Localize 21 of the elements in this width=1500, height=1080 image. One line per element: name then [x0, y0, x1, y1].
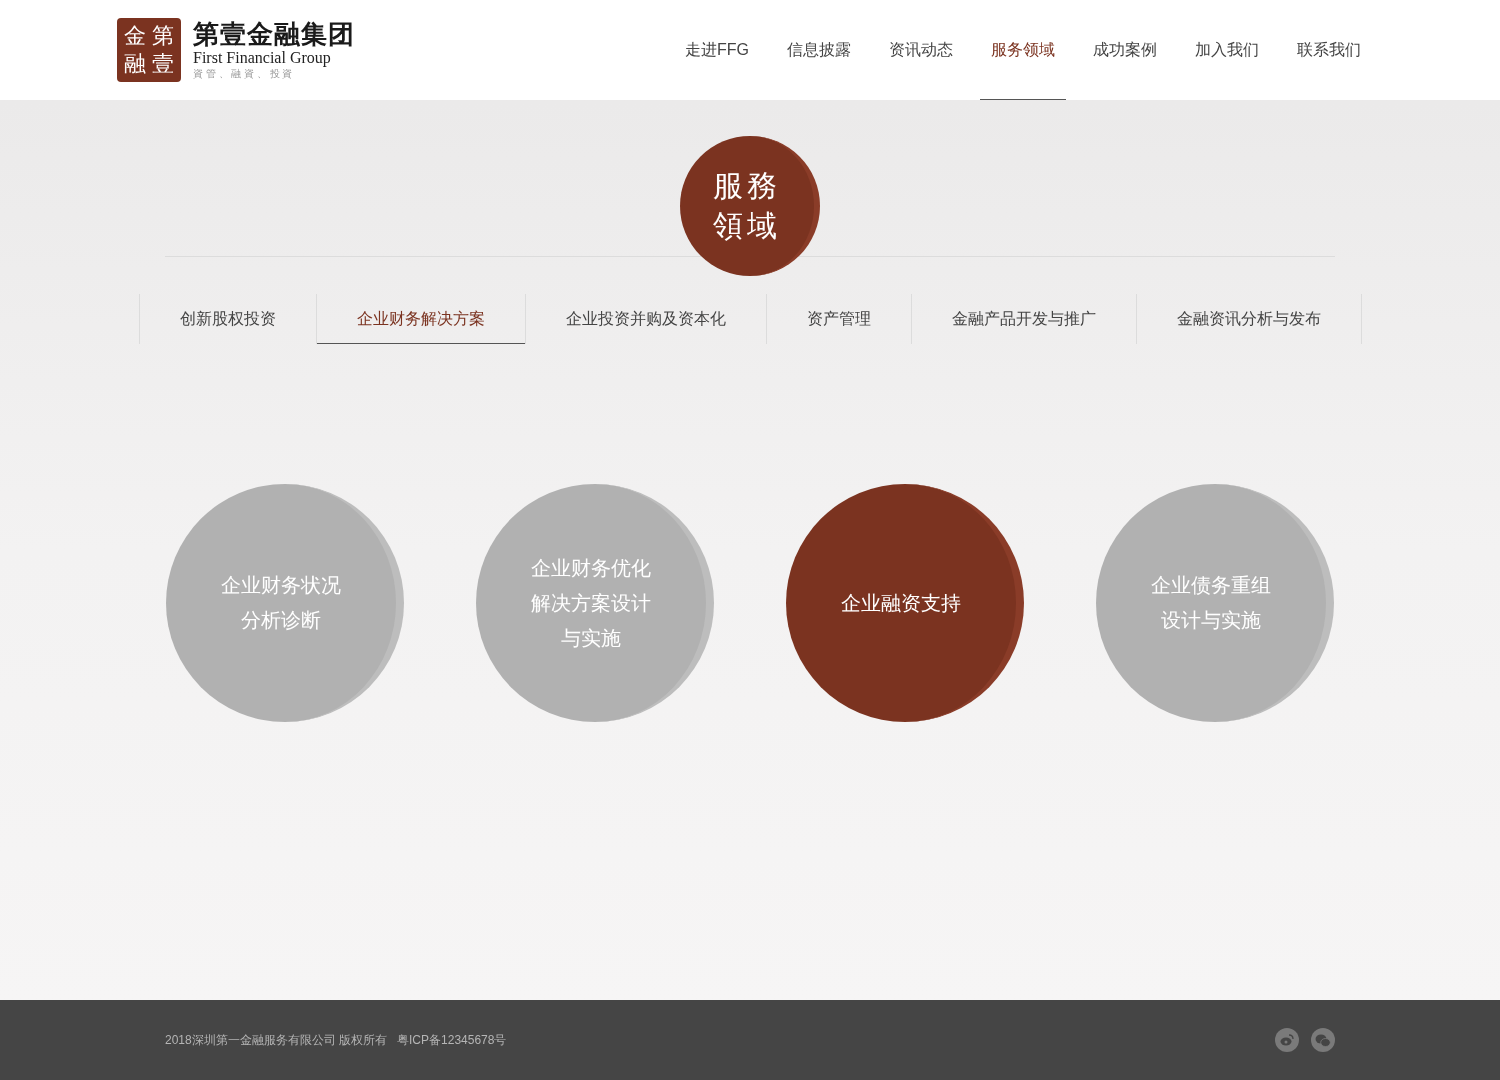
nav-link[interactable]: 资讯动态	[878, 0, 964, 100]
service-tab[interactable]: 创新股权投资	[139, 294, 316, 344]
icp-number-link[interactable]: 粤ICP备12345678号	[397, 1031, 507, 1049]
section-title-seal: 服務 領域	[680, 136, 820, 276]
service-tab[interactable]: 资产管理	[766, 294, 911, 344]
nav-link[interactable]: 信息披露	[776, 0, 862, 100]
wechat-icon[interactable]	[1311, 1028, 1335, 1052]
nav-link[interactable]: 加入我们	[1184, 0, 1270, 100]
logo-name: 第壹金融集团	[193, 19, 355, 49]
service-tab[interactable]: 企业财务解决方案	[316, 294, 525, 344]
nav-link[interactable]: 联系我们	[1286, 0, 1372, 100]
logo-english: First Financial Group	[193, 49, 332, 67]
nav-link[interactable]: 走进FFG	[674, 0, 760, 100]
service-tab[interactable]: 金融产品开发与推广	[911, 294, 1136, 344]
service-tab[interactable]: 企业投资并购及资本化	[525, 294, 766, 344]
copyright-text: 2018深圳第一金融服务有限公司 版权所有	[165, 1032, 388, 1049]
logo-seal: 金 第 融 壹	[117, 18, 181, 82]
nav-link[interactable]: 成功案例	[1082, 0, 1168, 100]
weibo-icon[interactable]	[1275, 1028, 1299, 1052]
service-tab[interactable]: 金融资讯分析与发布	[1136, 294, 1361, 344]
logo-slogan: 資 管 、 融 資 、 投 資	[193, 67, 294, 81]
